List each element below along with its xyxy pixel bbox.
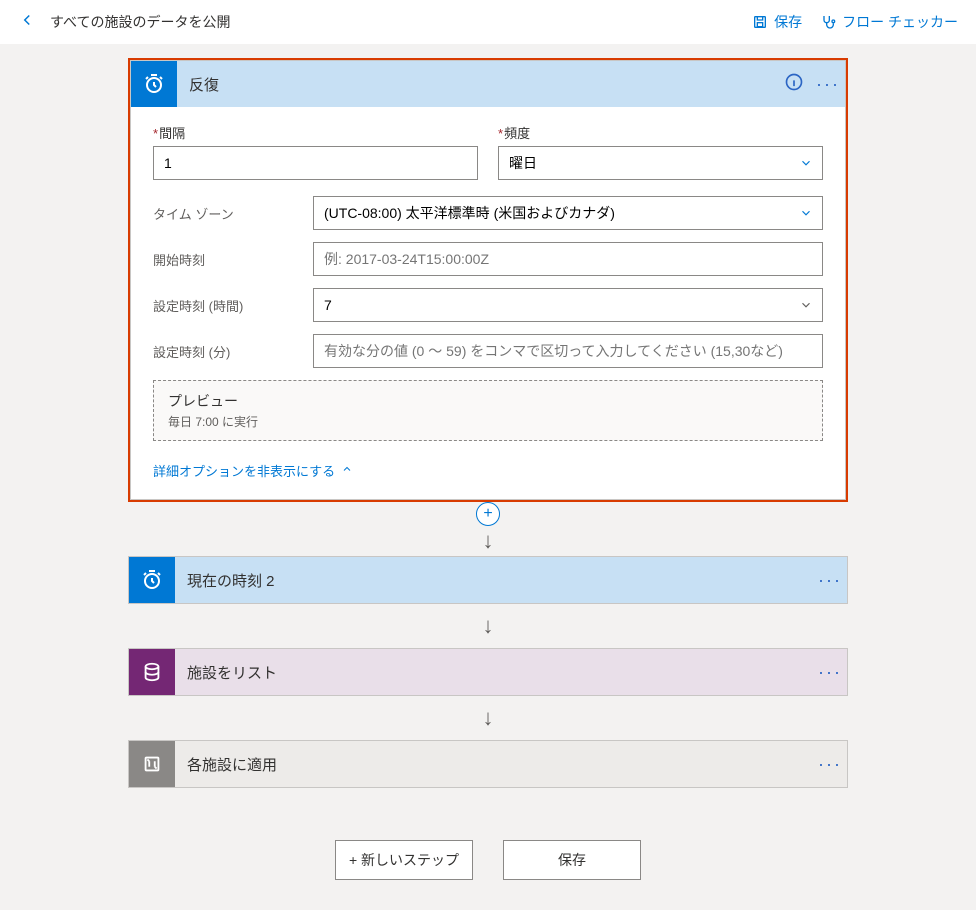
recurrence-header[interactable]: 反復 ···: [131, 61, 845, 107]
flow-checker-button[interactable]: フロー チェッカー: [820, 12, 958, 32]
clock-icon: [131, 61, 177, 107]
timezone-select[interactable]: [313, 196, 823, 230]
more-icon[interactable]: ···: [813, 662, 847, 683]
minutes-label: 設定時刻 (分): [153, 342, 313, 361]
chevron-up-icon: [341, 463, 353, 478]
recurrence-card: 反復 ··· 間隔 頻度: [130, 60, 846, 500]
database-icon: [129, 649, 175, 695]
arrow-down-icon: ↓: [483, 528, 494, 554]
info-icon[interactable]: [777, 72, 811, 97]
list-facilities-card[interactable]: 施設をリスト ···: [128, 648, 848, 696]
more-icon[interactable]: ···: [813, 754, 847, 775]
add-step-button[interactable]: +: [476, 502, 500, 526]
save-icon: [752, 14, 768, 30]
preview-box: プレビュー 毎日 7:00 に実行: [153, 380, 823, 441]
arrow-down-icon: ↓: [483, 613, 494, 639]
hours-select[interactable]: [313, 288, 823, 322]
loop-icon: [129, 741, 175, 787]
hours-label: 設定時刻 (時間): [153, 296, 313, 315]
interval-input[interactable]: [153, 146, 478, 180]
list-facilities-title: 施設をリスト: [187, 662, 813, 683]
interval-label: 間隔: [153, 123, 478, 142]
frequency-select[interactable]: [498, 146, 823, 180]
timezone-label: タイム ゾーン: [153, 204, 313, 223]
recurrence-body: 間隔 頻度 タイム ゾーン: [131, 107, 845, 499]
save-label: 保存: [774, 12, 802, 32]
apply-each-card[interactable]: 各施設に適用 ···: [128, 740, 848, 788]
page-title: すべての施設のデータを公開: [50, 12, 734, 32]
back-arrow-icon[interactable]: [18, 11, 36, 34]
clock-icon: [129, 557, 175, 603]
minutes-input[interactable]: [313, 334, 823, 368]
recurrence-title: 反復: [189, 74, 777, 95]
save-button[interactable]: 保存: [752, 12, 802, 32]
frequency-label: 頻度: [498, 123, 823, 142]
arrow-down-icon: ↓: [483, 705, 494, 731]
connector: + ↓: [128, 502, 848, 556]
footer-save-button[interactable]: 保存: [503, 840, 641, 880]
current-time-title: 現在の時刻 2: [187, 570, 813, 591]
more-icon[interactable]: ···: [813, 570, 847, 591]
preview-title: プレビュー: [168, 391, 808, 411]
hide-advanced-link[interactable]: 詳細オプションを非表示にする: [153, 461, 353, 480]
current-time-card[interactable]: 現在の時刻 2 ···: [128, 556, 848, 604]
footer-buttons: + 新しいステップ 保存: [128, 840, 848, 880]
adv-label: 詳細オプションを非表示にする: [153, 461, 335, 480]
apply-each-title: 各施設に適用: [187, 754, 813, 775]
more-icon[interactable]: ···: [811, 74, 845, 95]
start-time-label: 開始時刻: [153, 250, 313, 269]
start-time-input[interactable]: [313, 242, 823, 276]
highlighted-step: 反復 ··· 間隔 頻度: [128, 58, 848, 502]
new-step-button[interactable]: + 新しいステップ: [335, 840, 473, 880]
flow-canvas: 反復 ··· 間隔 頻度: [0, 44, 976, 910]
preview-text: 毎日 7:00 に実行: [168, 413, 808, 430]
topbar: すべての施設のデータを公開 保存 フロー チェッカー: [0, 0, 976, 44]
stethoscope-icon: [820, 14, 836, 30]
checker-label: フロー チェッカー: [842, 12, 958, 32]
